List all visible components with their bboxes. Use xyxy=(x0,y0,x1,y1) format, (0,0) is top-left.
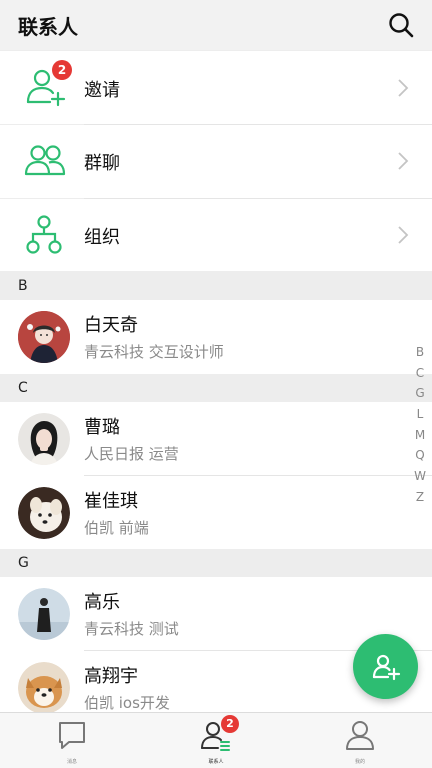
tab-messages[interactable]: 消息 xyxy=(0,713,144,768)
section-header-c: C xyxy=(0,374,432,402)
invite-row[interactable]: 2 邀请 xyxy=(0,51,432,124)
invite-label: 邀请 xyxy=(84,80,120,101)
contact-subtitle: 伯凯 前端 xyxy=(84,519,149,537)
contact-subtitle: 青云科技 交互设计师 xyxy=(84,343,224,361)
contacts-badge: 2 xyxy=(221,715,239,733)
organization-row[interactable]: 组织 xyxy=(0,199,432,271)
avatar xyxy=(18,487,70,539)
organization-label: 组织 xyxy=(84,227,120,248)
search-icon[interactable] xyxy=(388,12,414,38)
section-letter: G xyxy=(18,555,29,571)
index-letter[interactable]: B xyxy=(412,342,428,363)
bottom-tab-bar: 消息 2 联系人 我的 xyxy=(0,712,432,768)
index-letter[interactable]: M xyxy=(412,425,428,446)
tab-label: 联系人 xyxy=(208,759,224,765)
chevron-right-icon xyxy=(398,152,409,170)
contact-subtitle: 人民日报 运营 xyxy=(84,445,179,463)
contact-row[interactable]: 崔佳琪 伯凯 前端 xyxy=(0,476,432,550)
index-letter[interactable]: Z xyxy=(412,487,428,508)
contact-subtitle: 伯凯 ios开发 xyxy=(84,694,170,712)
group-chat-row[interactable]: 群聊 xyxy=(0,125,432,198)
section-letter: B xyxy=(18,278,28,294)
section-letter: C xyxy=(18,380,28,396)
chat-bubble-icon xyxy=(59,722,85,749)
tab-profile[interactable]: 我的 xyxy=(288,713,432,768)
index-letter[interactable]: L xyxy=(412,404,428,425)
profile-icon xyxy=(346,721,374,750)
contact-name: 高翔宇 xyxy=(84,666,138,687)
index-letter[interactable]: G xyxy=(412,383,428,404)
alphabet-index[interactable]: B C G L M Q W Z xyxy=(412,342,428,508)
avatar xyxy=(18,662,70,714)
avatar xyxy=(18,413,70,465)
index-letter[interactable]: Q xyxy=(412,445,428,466)
contact-subtitle: 青云科技 测试 xyxy=(84,620,179,638)
chevron-right-icon xyxy=(398,226,409,244)
contact-name: 白天奇 xyxy=(84,315,138,336)
section-header-g: G xyxy=(0,549,432,577)
tab-label: 消息 xyxy=(66,759,77,765)
section-header-b: B xyxy=(0,272,432,300)
contact-row[interactable]: 曹璐 人民日报 运营 xyxy=(0,402,432,476)
chevron-right-icon xyxy=(398,79,409,97)
tab-label: 我的 xyxy=(354,759,365,765)
add-contact-button[interactable] xyxy=(353,634,418,699)
group-icon xyxy=(22,137,70,185)
page-title: 联系人 xyxy=(18,15,78,39)
top-bar: 联系人 xyxy=(0,0,432,50)
tab-contacts[interactable]: 2 联系人 xyxy=(144,713,288,768)
avatar xyxy=(18,311,70,363)
contact-name: 高乐 xyxy=(84,592,120,613)
index-letter[interactable]: W xyxy=(412,466,428,487)
org-tree-icon xyxy=(22,211,70,259)
add-person-icon xyxy=(372,654,401,681)
contact-row[interactable]: 白天奇 青云科技 交互设计师 xyxy=(0,300,432,374)
contact-name: 崔佳琪 xyxy=(84,491,138,512)
group-chat-label: 群聊 xyxy=(84,153,120,174)
index-letter[interactable]: C xyxy=(412,363,428,384)
avatar xyxy=(18,588,70,640)
invite-badge: 2 xyxy=(52,60,72,80)
contact-name: 曹璐 xyxy=(84,417,120,438)
